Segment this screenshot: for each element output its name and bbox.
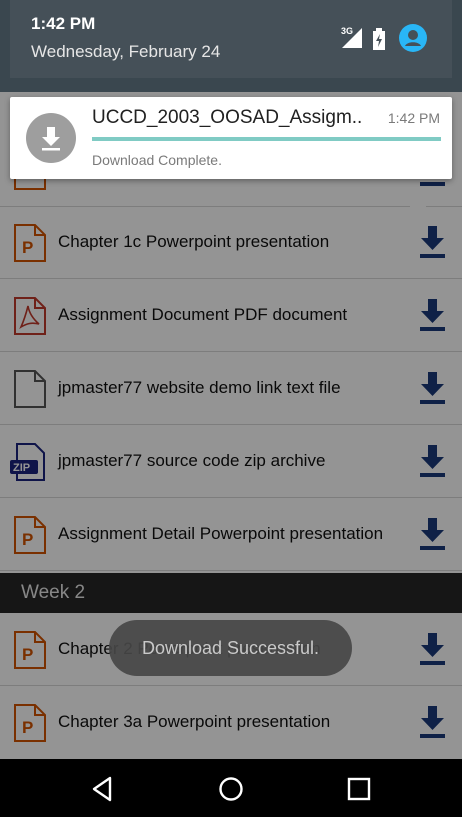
list-item-label: Assignment Document PDF document [58, 305, 348, 324]
powerpoint-icon: P [14, 631, 46, 669]
list-item[interactable]: jpmaster77 website demo link text file [0, 352, 462, 425]
notification-shade: 1:42 PM Wednesday, February 24 3G [0, 0, 462, 92]
toast-message: Download Successful. [109, 620, 352, 676]
list-item-label: jpmaster77 website demo link text file [58, 378, 341, 397]
text-file-icon [14, 370, 46, 408]
home-icon[interactable] [216, 774, 246, 804]
svg-text:ZIP: ZIP [13, 462, 30, 474]
list-item[interactable]: P Chapter 1c Powerpoint presentation [0, 206, 462, 279]
download-icon[interactable] [416, 224, 449, 260]
download-icon[interactable] [416, 297, 449, 333]
notification-title: UCCD_2003_OOSAD_Assigm.. [92, 107, 363, 128]
svg-text:P: P [22, 238, 33, 257]
zip-icon: ZIP [10, 443, 45, 481]
powerpoint-icon: P [14, 224, 46, 262]
svg-text:P: P [22, 530, 33, 549]
overflow-menu-icon[interactable] [408, 204, 442, 228]
notification-time: 1:42 PM [387, 110, 440, 126]
list-item-label: jpmaster77 source code zip archive [58, 451, 326, 470]
user-avatar-icon[interactable] [399, 24, 427, 52]
list-item[interactable]: P Chapter 3a Powerpoint presentation [0, 686, 462, 758]
list-item[interactable]: P Assignment Detail Powerpoint presentat… [0, 498, 462, 571]
download-icon[interactable] [416, 370, 449, 406]
list-item-label: Chapter 1c Powerpoint presentation [58, 232, 330, 251]
download-notification[interactable]: UCCD_2003_OOSAD_Assigm.. 1:42 PM Downloa… [10, 97, 452, 179]
download-icon[interactable] [416, 631, 449, 667]
toast-text: Download Successful. [141, 638, 320, 658]
list-item-label: Chapter 3a Powerpoint presentation [58, 712, 331, 731]
section-title: Week 2 [21, 582, 86, 603]
svg-text:P: P [22, 645, 33, 664]
download-icon[interactable] [416, 704, 449, 740]
signal-icon [342, 28, 362, 48]
notification-progress-bar [92, 137, 441, 141]
status-date: Wednesday, February 24 [31, 42, 221, 61]
powerpoint-icon: P [14, 704, 46, 742]
battery-icon [373, 28, 385, 50]
status-time: 1:42 PM [31, 14, 96, 33]
download-icon[interactable] [416, 516, 449, 552]
section-header-week-2: Week 2 [0, 573, 462, 613]
list-item[interactable]: Assignment Document PDF document [0, 279, 462, 352]
back-icon[interactable] [88, 774, 118, 804]
download-icon[interactable] [416, 443, 449, 479]
notification-subtitle: Download Complete. [92, 152, 222, 168]
download-complete-icon [26, 113, 76, 163]
recents-icon[interactable] [344, 774, 374, 804]
navigation-bar [0, 759, 462, 817]
list-item-label: Assignment Detail Powerpoint presentatio… [58, 524, 384, 543]
powerpoint-icon: P [14, 516, 46, 554]
svg-text:P: P [22, 718, 33, 737]
list-item[interactable]: ZIP jpmaster77 source code zip archive [0, 425, 462, 498]
pdf-icon [14, 297, 46, 335]
